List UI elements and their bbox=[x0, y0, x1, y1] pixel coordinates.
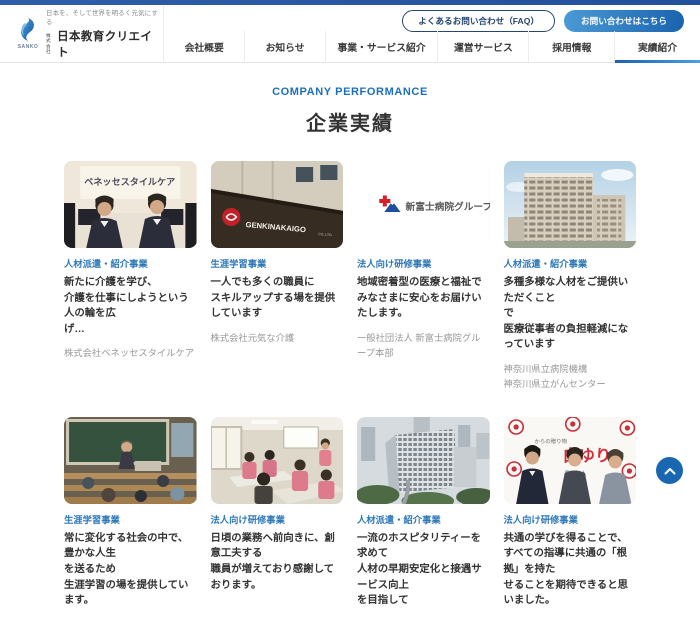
case-photo-hospital-aerial bbox=[357, 417, 490, 504]
case-card[interactable]: GENKINAKAIGO CO.,LTD. 生涯学習事業 一人でも多くの職員に … bbox=[211, 161, 344, 392]
nav-item-performance[interactable]: 実績紹介 bbox=[614, 31, 700, 62]
main-content: COMPANY PERFORMANCE 企業実績 ベネッセスタイルケア bbox=[0, 63, 700, 618]
logo-swirl-icon: SANKO bbox=[16, 17, 40, 50]
case-photo-lecture-hall bbox=[64, 417, 197, 504]
brand-tagline: 日本を、そして世界を明るく元気にする bbox=[46, 8, 163, 26]
case-photo-hospital-group-logo-card[interactable]: 新富士病院グループ 法人向け研修事業 地域密着型の医療と福祉で みなさまに安心を… bbox=[357, 161, 490, 392]
case-title: 地域密着型の医療と福祉で みなさまに安心をお届けいたします。 bbox=[357, 275, 490, 322]
case-card[interactable]: 人材派遣・紹介事業 多種多様な人材をご提供いただくこと で 医療従事者の負担軽減… bbox=[504, 161, 637, 392]
site-logo[interactable]: SANKO 日本を、そして世界を明るく元気にする 株式会社 日本教育クリエイト bbox=[0, 5, 164, 62]
case-category: 法人向け研修事業 bbox=[211, 512, 344, 526]
case-company: 一般社団法人 新富士病院グループ本部 bbox=[357, 331, 490, 361]
case-photo-training-room bbox=[211, 417, 344, 504]
case-photo-seminar-presenters: ベネッセスタイルケア bbox=[64, 161, 197, 248]
case-category: 生涯学習事業 bbox=[64, 512, 197, 526]
scroll-to-top-button[interactable] bbox=[656, 457, 683, 484]
case-category: 人材派遣・紹介事業 bbox=[357, 512, 490, 526]
nav-item-company[interactable]: 会社概要 bbox=[164, 31, 244, 62]
case-category: 人材派遣・紹介事業 bbox=[504, 256, 637, 270]
case-photo-group-banner: からの贈り物 白ゆり 愛知法人 bbox=[504, 417, 637, 504]
page-title: 企業実績 bbox=[0, 107, 700, 136]
case-title: 日頃の業務へ前向きに、創意工夫する 職員が増えており感謝しております。 bbox=[211, 531, 344, 593]
svg-text:新富士病院グループ: 新富士病院グループ bbox=[406, 201, 490, 213]
case-title: 一流のホスピタリティーを求めて 人材の早期安定化と接遇サービス向上 を目指して bbox=[357, 531, 490, 609]
nav-item-recruit[interactable]: 採用情報 bbox=[528, 31, 614, 62]
nav-item-operations[interactable]: 運営サービス bbox=[437, 31, 528, 62]
faq-button[interactable]: よくあるお問い合わせ（FAQ） bbox=[402, 10, 555, 32]
case-title: 多種多様な人材をご提供いただくこと で 医療従事者の負担軽減になっています bbox=[504, 275, 637, 353]
case-company: 株式会社ベネッセスタイルケア bbox=[64, 346, 197, 361]
case-title: 一人でも多くの職員に スキルアップする場を提供しています bbox=[211, 275, 344, 322]
case-category: 人材派遣・紹介事業 bbox=[64, 256, 197, 270]
chevron-up-icon bbox=[664, 467, 676, 475]
case-category: 生涯学習事業 bbox=[211, 256, 344, 270]
header-actions: よくあるお問い合わせ（FAQ） お問い合わせはこちら bbox=[164, 5, 700, 31]
section-eyebrow: COMPANY PERFORMANCE bbox=[0, 86, 700, 98]
main-nav: 会社概要 お知らせ 事業・サービス紹介 運営サービス 採用情報 実績紹介 bbox=[164, 31, 700, 62]
logo-mark-text: SANKO bbox=[18, 44, 39, 50]
case-company: 株式会社元気な介護 bbox=[211, 331, 344, 346]
case-card[interactable]: 法人向け研修事業 日頃の業務へ前向きに、創意工夫する 職員が増えており感謝してお… bbox=[211, 417, 344, 618]
case-category: 法人向け研修事業 bbox=[504, 512, 637, 526]
case-category: 法人向け研修事業 bbox=[357, 256, 490, 270]
case-card[interactable]: ベネッセスタイルケア 人材派遣・紹介事業 bbox=[64, 161, 197, 392]
case-card[interactable]: からの贈り物 白ゆり 愛知法人 bbox=[504, 417, 637, 618]
case-title: 共通の学びを得ることで、 すべての指導に共通の「根拠」を持た せることを期待でき… bbox=[504, 531, 637, 609]
cases-grid: ベネッセスタイルケア 人材派遣・紹介事業 bbox=[64, 161, 636, 618]
nav-item-services[interactable]: 事業・サービス紹介 bbox=[325, 31, 438, 62]
company-name: 日本教育クリエイト bbox=[57, 28, 163, 60]
contact-button[interactable]: お問い合わせはこちら bbox=[564, 10, 684, 32]
svg-text:ベネッセスタイルケア: ベネッセスタイルケア bbox=[84, 176, 175, 187]
company-prefix: 株式会社 bbox=[46, 33, 55, 54]
case-card[interactable]: 人材派遣・紹介事業 一流のホスピタリティーを求めて 人材の早期安定化と接遇サービ… bbox=[357, 417, 490, 618]
case-card[interactable]: 生涯学習事業 常に変化する社会の中で、豊かな人生 を送るため 生涯学習の場を提供… bbox=[64, 417, 197, 618]
case-company: 神奈川県立病院機構 神奈川県立がんセンター bbox=[504, 362, 637, 392]
case-photo-hospital-group-logo: 新富士病院グループ bbox=[357, 161, 490, 248]
case-title: 常に変化する社会の中で、豊かな人生 を送るため 生涯学習の場を提供しています。 bbox=[64, 531, 197, 609]
case-title: 新たに介護を学び、 介護を仕事にしようという人の輪を広 げ… bbox=[64, 275, 197, 337]
nav-item-news[interactable]: お知らせ bbox=[244, 31, 324, 62]
case-photo-hospital-building bbox=[504, 161, 637, 248]
site-header: SANKO 日本を、そして世界を明るく元気にする 株式会社 日本教育クリエイト … bbox=[0, 5, 700, 63]
svg-text:からの贈り物: からの贈り物 bbox=[534, 437, 567, 445]
case-photo-company-signage: GENKINAKAIGO CO.,LTD. bbox=[211, 161, 344, 248]
